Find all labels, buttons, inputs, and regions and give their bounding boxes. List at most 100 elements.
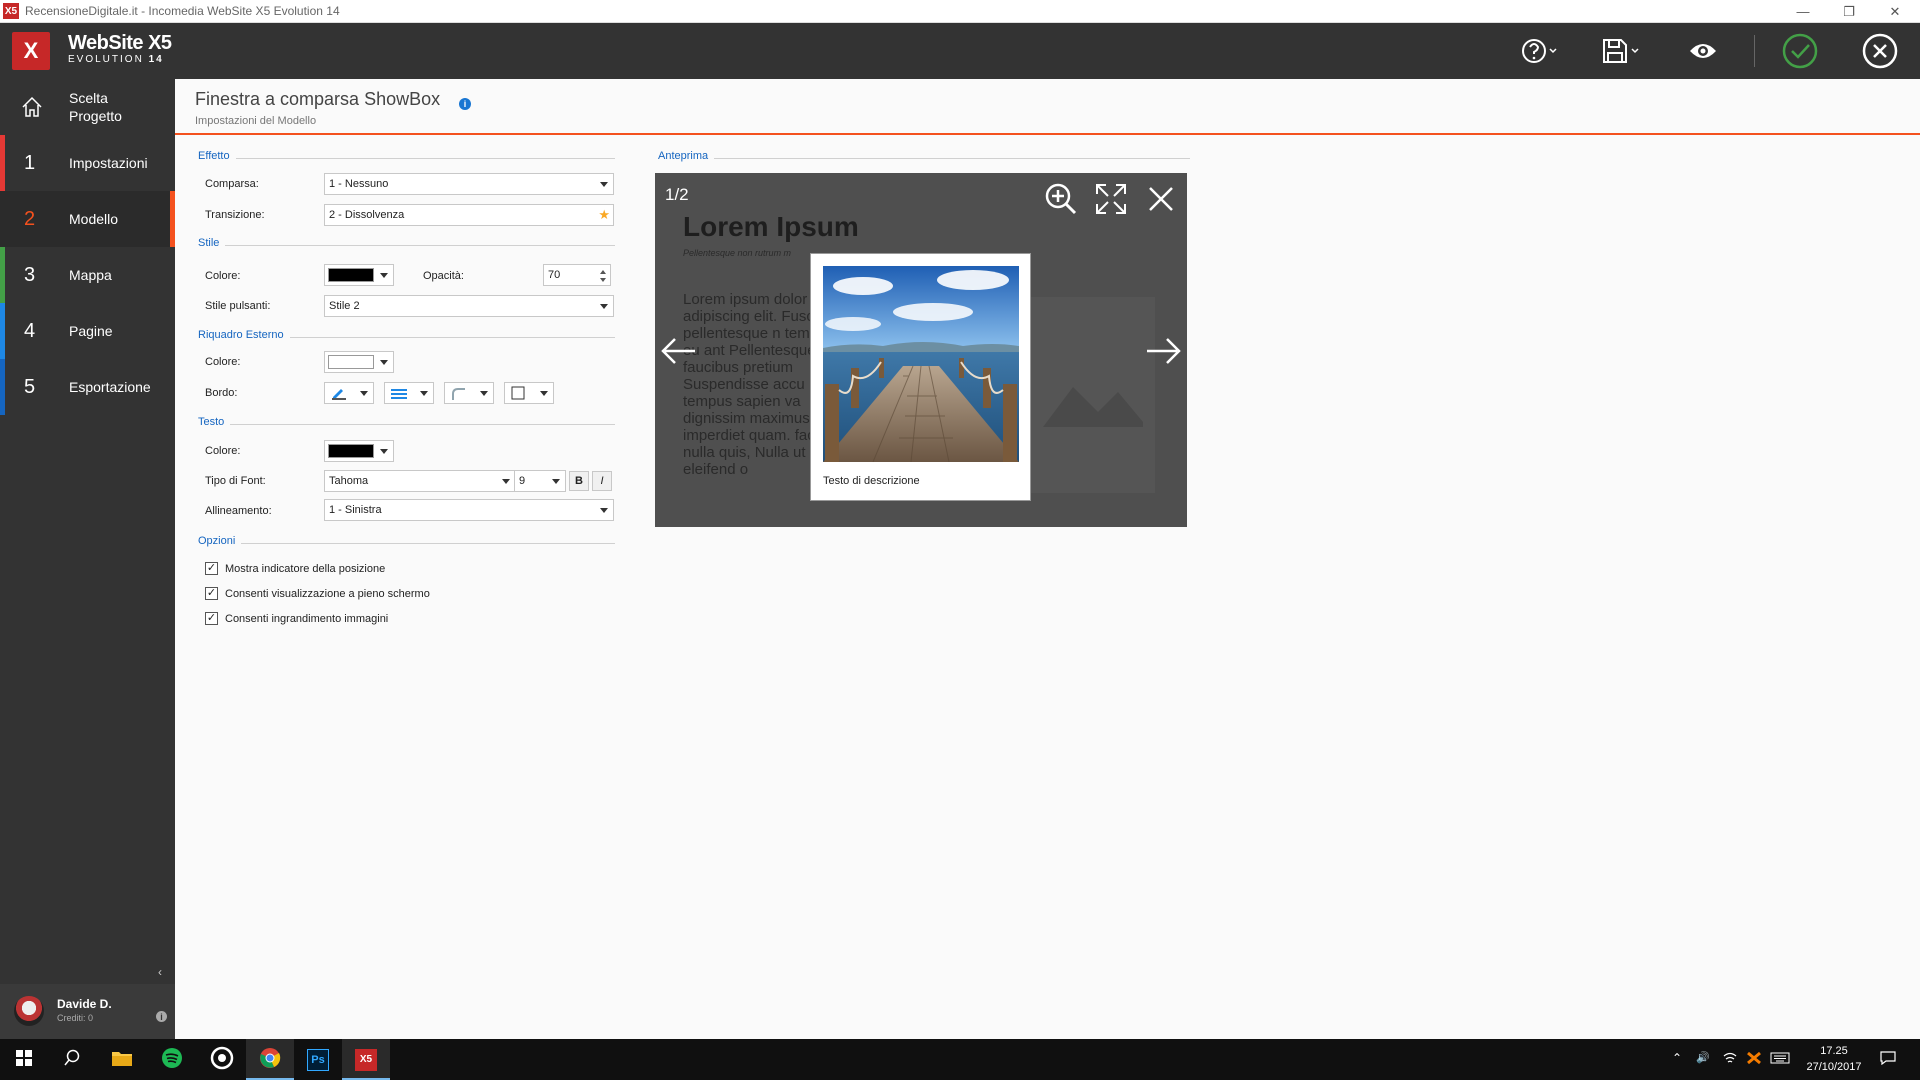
transizione-field[interactable]: 2 - Dissolvenza ★	[324, 204, 614, 226]
help-icon	[1520, 36, 1560, 66]
allineamento-select[interactable]: 1 - Sinistra	[324, 499, 614, 521]
riquadro-color-picker[interactable]	[324, 351, 394, 373]
search-button[interactable]	[48, 1039, 96, 1080]
section-title: Stile	[198, 237, 226, 249]
window-close-button[interactable]: ✕	[1872, 0, 1918, 23]
sidebar-item-map[interactable]: 3 Mappa	[0, 247, 175, 303]
riquadro-colore-label: Colore:	[205, 356, 241, 368]
font-family-select[interactable]: Tahoma	[324, 470, 516, 492]
arrow-left-icon[interactable]	[659, 331, 699, 371]
checkbox-position-indicator[interactable]: ✓ Mostra indicatore della posizione	[205, 562, 385, 575]
app-header: X WebSite X5 EVOLUTION 14	[0, 23, 1920, 79]
chevron-down-icon	[502, 479, 510, 484]
restore-button[interactable]: ❐	[1826, 0, 1872, 23]
websitex5-taskbar-button[interactable]: X5	[342, 1039, 390, 1080]
stile-pulsanti-select[interactable]: Stile 2	[324, 295, 614, 317]
checkbox-image-zoom[interactable]: ✓ Consenti ingrandimento immagini	[205, 612, 388, 625]
opacita-stepper[interactable]: 70	[543, 264, 611, 286]
checkbox-fullscreen[interactable]: ✓ Consenti visualizzazione a pieno scherm…	[205, 587, 430, 600]
increment-icon[interactable]	[600, 270, 606, 274]
italic-button[interactable]: I	[592, 471, 612, 491]
sidebar-item-number: 3	[24, 263, 36, 286]
checkbox[interactable]: ✓	[205, 562, 218, 575]
section-stile: Stile	[198, 237, 615, 251]
font-size-select[interactable]: 9	[514, 470, 566, 492]
speaker-icon[interactable]: 🔊	[1696, 1051, 1710, 1064]
bold-button[interactable]: B	[569, 471, 589, 491]
sidebar-color-bar	[0, 359, 5, 415]
chevron-down-icon	[380, 360, 388, 365]
border-style-button[interactable]	[384, 382, 434, 404]
border-radius-button[interactable]	[444, 382, 494, 404]
title-bar: X5 RecensioneDigitale.it - Incomedia Web…	[0, 0, 1920, 23]
tray-expand-icon[interactable]: ⌃	[1672, 1051, 1682, 1065]
sidebar-item-settings[interactable]: 1 Impostazioni	[0, 135, 175, 191]
stile-pulsanti-value: Stile 2	[329, 300, 360, 312]
border-color-button[interactable]	[324, 382, 374, 404]
collapse-sidebar-button[interactable]: ‹	[158, 965, 162, 979]
spotify-button[interactable]	[148, 1039, 196, 1080]
section-title: Anteprima	[658, 150, 715, 162]
confirm-button[interactable]	[1782, 33, 1818, 69]
keyboard-icon[interactable]	[1770, 1051, 1790, 1068]
logo-title: WebSite X5	[68, 32, 172, 54]
windows-start-icon	[16, 1050, 32, 1069]
section-anteprima: Anteprima	[658, 150, 1190, 164]
photoshop-button[interactable]: Ps	[294, 1039, 342, 1080]
wifi-icon[interactable]	[1722, 1051, 1738, 1068]
preview-eye-icon	[1688, 36, 1718, 66]
checkbox[interactable]: ✓	[205, 587, 218, 600]
zoom-in-icon[interactable]	[1041, 179, 1081, 219]
save-button[interactable]	[1600, 33, 1642, 69]
notifications-icon[interactable]	[1880, 1051, 1896, 1068]
windows-start-button[interactable]	[0, 1039, 48, 1080]
section-opzioni: Opzioni	[198, 535, 615, 549]
color-swatch	[328, 444, 374, 458]
minimize-button[interactable]: —	[1780, 0, 1826, 23]
media-app-button[interactable]	[198, 1039, 246, 1080]
system-clock[interactable]: 17.25 27/10/2017	[1795, 1043, 1873, 1075]
sidebar-item-template[interactable]: 2 Modello	[0, 191, 175, 247]
sidebar-item-number: 5	[24, 375, 36, 398]
chevron-down-icon	[480, 391, 488, 396]
photoshop-icon: Ps	[307, 1048, 329, 1071]
fullscreen-icon[interactable]	[1091, 179, 1131, 219]
section-title: Testo	[198, 416, 231, 428]
info-icon[interactable]: i	[459, 98, 471, 110]
sidebar-color-bar	[0, 135, 5, 191]
comparsa-label: Comparsa:	[205, 178, 259, 190]
user-info-icon[interactable]: i	[156, 1011, 167, 1022]
transizione-value: 2 - Dissolvenza	[329, 209, 405, 221]
sidebar-item-project[interactable]: Scelta Progetto	[0, 79, 175, 135]
help-button[interactable]	[1520, 33, 1560, 69]
app-tray-icon[interactable]	[1746, 1051, 1762, 1068]
file-explorer-button[interactable]	[98, 1039, 146, 1080]
decrement-icon[interactable]	[600, 278, 606, 282]
star-icon[interactable]: ★	[598, 207, 610, 223]
chevron-down-icon	[360, 391, 368, 396]
confirm-check-icon	[1782, 33, 1818, 69]
comparsa-value: 1 - Nessuno	[329, 178, 389, 190]
sidebar-item-export[interactable]: 5 Esportazione	[0, 359, 175, 415]
comparsa-select[interactable]: 1 - Nessuno	[324, 173, 614, 195]
close-icon[interactable]	[1141, 179, 1181, 219]
testo-color-picker[interactable]	[324, 440, 394, 462]
preview-button[interactable]	[1688, 33, 1718, 69]
file-explorer-icon	[111, 1049, 133, 1070]
exit-button[interactable]	[1862, 33, 1898, 69]
sidebar-color-bar	[170, 191, 175, 247]
preview-bg-image-placeholder	[1023, 297, 1155, 493]
pencil-icon	[331, 386, 347, 403]
chrome-button[interactable]	[246, 1039, 294, 1080]
stile-color-picker[interactable]	[324, 264, 394, 286]
shadow-button[interactable]	[504, 382, 554, 404]
page-title: Finestra a comparsa ShowBox	[195, 89, 441, 109]
spotify-icon	[161, 1047, 183, 1072]
checkbox[interactable]: ✓	[205, 612, 218, 625]
chevron-down-icon	[600, 182, 608, 187]
position-indicator: 1/2	[665, 185, 689, 204]
user-panel[interactable]: Davide D. Crediti: 0 i	[0, 984, 175, 1039]
chevron-down-icon	[420, 391, 428, 396]
arrow-right-icon[interactable]	[1143, 331, 1183, 371]
sidebar-item-pages[interactable]: 4 Pagine	[0, 303, 175, 359]
